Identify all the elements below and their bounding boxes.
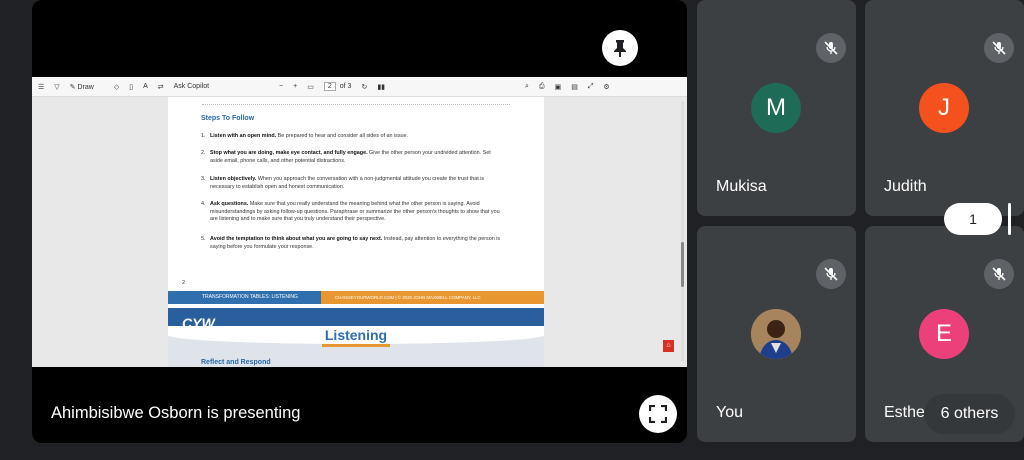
scrollbar-track[interactable] xyxy=(681,101,684,361)
participant-tile-judith[interactable]: J Judith xyxy=(865,0,1024,216)
step-item: 1. Listen with an open mind. Be prepared… xyxy=(201,133,409,139)
step-item: 3. Listen objectively. When you approach… xyxy=(201,176,485,190)
save-icon[interactable]: ▣ xyxy=(555,83,562,91)
listening-heading: Listening xyxy=(324,327,388,343)
step-item: 5. Avoid the temptation to think about w… xyxy=(201,236,501,250)
footer-right: CHANGEYOURWORLD.COM | © 2020 JOHN MAXWEL… xyxy=(321,291,544,304)
participant-tile-mukisa[interactable]: M Mukisa xyxy=(697,0,856,216)
pdf-page: Steps To Follow 1. Listen with an open m… xyxy=(168,97,544,367)
ask-copilot-button[interactable]: Ask Copilot xyxy=(174,83,209,90)
pin-icon xyxy=(614,40,626,57)
page-number-input[interactable]: 2 xyxy=(323,82,336,91)
read-aloud-icon[interactable]: A xyxy=(143,83,148,90)
mic-off-icon xyxy=(984,33,1014,63)
page-view-icon[interactable]: ▯ xyxy=(129,83,133,91)
raised-hand-count[interactable]: 1 xyxy=(944,203,1002,235)
page-number: 2 xyxy=(182,280,186,286)
pdf-toolbar: ☰ ▽ ✎ Draw ◇ ▯ A ⇄ Ask Copilot − + ▭ 2 o… xyxy=(32,77,687,97)
mic-off-icon xyxy=(984,259,1014,289)
search-icon[interactable]: ⌕ xyxy=(525,83,529,91)
participant-name: Mukisa xyxy=(716,178,767,195)
avatar: M xyxy=(751,83,801,133)
step-item: 4. Ask questions. Make sure that you rea… xyxy=(201,201,500,223)
save-as-icon[interactable]: ▤ xyxy=(571,83,578,91)
fit-page-icon[interactable]: ▭ xyxy=(307,83,314,91)
rotate-icon[interactable]: ↻ xyxy=(361,83,367,91)
heading-underline xyxy=(322,344,390,347)
settings-icon[interactable]: ⚙ xyxy=(603,83,609,91)
others-button[interactable]: 6 others xyxy=(924,394,1015,434)
mic-off-icon xyxy=(816,33,846,63)
fullscreen-icon xyxy=(649,405,667,423)
steps-title: Steps To Follow xyxy=(201,115,255,122)
draw-button[interactable]: ✎ Draw xyxy=(70,83,104,91)
scrollbar-thumb[interactable] xyxy=(681,242,684,287)
pin-button[interactable] xyxy=(602,30,638,66)
zoom-in-button[interactable]: + xyxy=(293,83,297,90)
step-item: 2. Stop what you are doing, make eye con… xyxy=(201,150,491,164)
print-icon[interactable]: ⎙ xyxy=(539,83,545,91)
participant-name: You xyxy=(716,404,743,421)
participant-name: Judith xyxy=(884,178,927,195)
fullscreen-button[interactable] xyxy=(639,395,677,433)
pdf-viewer[interactable]: ☰ ▽ ✎ Draw ◇ ▯ A ⇄ Ask Copilot − + ▭ 2 o… xyxy=(32,77,687,367)
pdf-icon[interactable]: ⌂ xyxy=(663,340,674,352)
eraser-icon[interactable]: ◇ xyxy=(114,83,119,91)
participant-tile-you[interactable]: You xyxy=(697,226,856,442)
translate-icon[interactable]: ⇄ xyxy=(158,83,164,91)
list-icon[interactable]: ☰ xyxy=(38,83,44,91)
zoom-out-button[interactable]: − xyxy=(279,83,283,90)
mic-off-icon xyxy=(816,259,846,289)
expand-icon[interactable]: ⤢ xyxy=(588,83,594,91)
scroll-indicator xyxy=(1008,203,1011,235)
presenting-label: Ahimbisibwe Osborn is presenting xyxy=(51,404,301,422)
profile-photo xyxy=(751,309,801,359)
highlight-icon[interactable]: ▽ xyxy=(54,83,59,91)
reflect-heading: Reflect and Respond xyxy=(201,359,271,366)
page-total: of 3 xyxy=(339,83,352,90)
avatar: E xyxy=(919,309,969,359)
avatar: J xyxy=(919,83,969,133)
two-page-icon[interactable]: ▮▮ xyxy=(377,83,385,91)
divider xyxy=(202,104,510,105)
footer-left: TRANSFORMATION TABLES: LISTENING xyxy=(168,291,321,304)
presentation-tile[interactable]: ☰ ▽ ✎ Draw ◇ ▯ A ⇄ Ask Copilot − + ▭ 2 o… xyxy=(32,0,687,443)
